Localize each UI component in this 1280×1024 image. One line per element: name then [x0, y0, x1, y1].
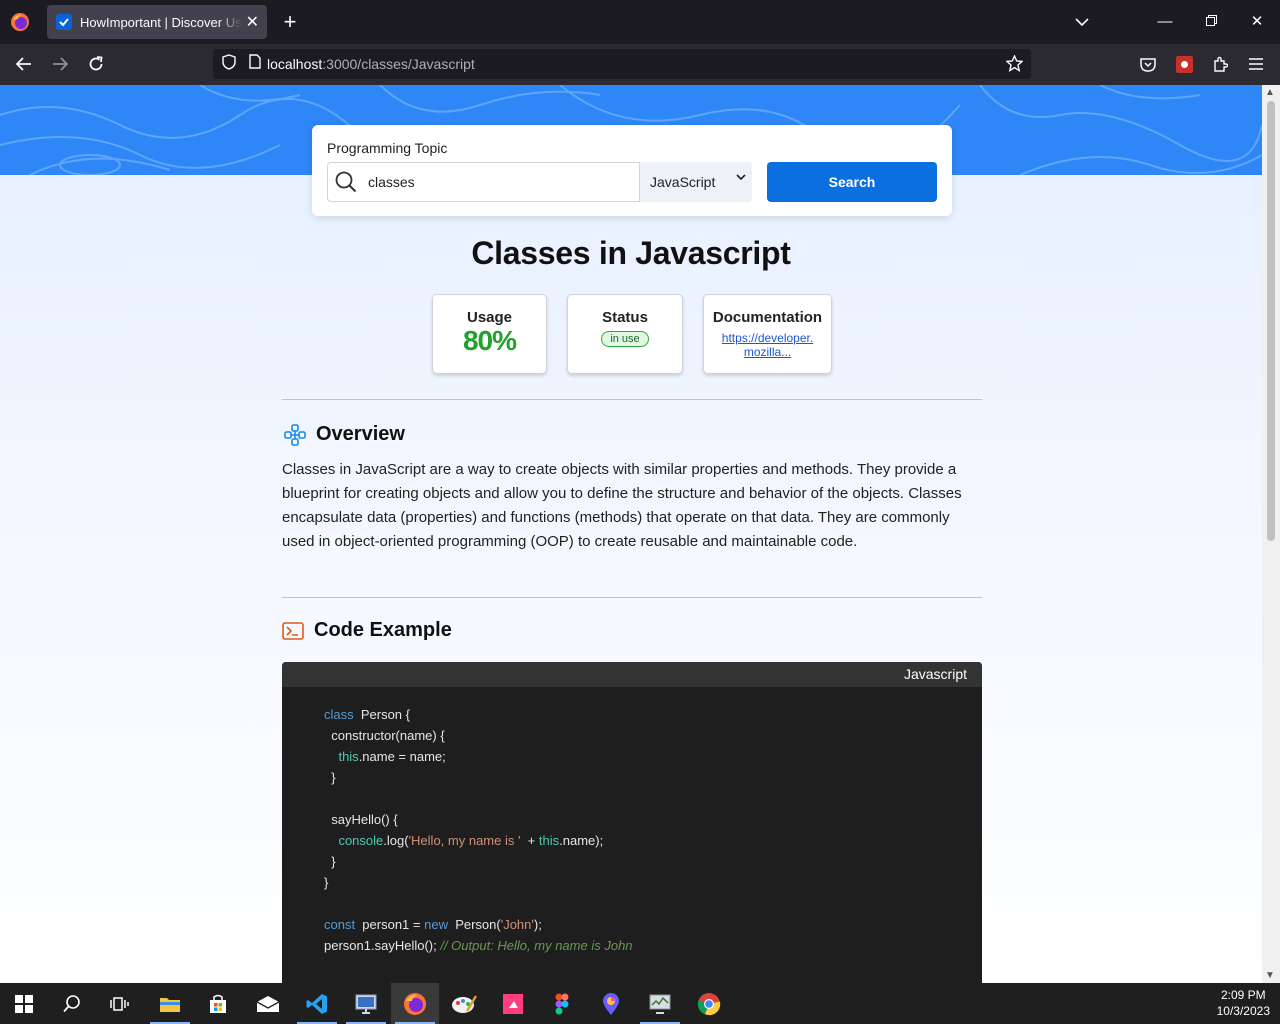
scroll-down-icon[interactable]: ▼ — [1265, 970, 1275, 981]
close-window-button[interactable]: ✕ — [1245, 10, 1269, 34]
documentation-card: Documentation https://developer. mozilla.… — [703, 294, 832, 374]
usage-value: 80% — [462, 325, 517, 356]
code-line: } — [324, 770, 336, 785]
tab-close-icon[interactable]: ✕ — [246, 12, 259, 32]
paint-app-icon[interactable] — [440, 983, 488, 1024]
clock-date: 10/3/2023 — [1216, 1004, 1270, 1018]
taskbar-firefox-icon[interactable] — [391, 983, 439, 1024]
mail-icon[interactable] — [244, 983, 292, 1024]
browser-tab-active[interactable]: HowImportant | Discover Useful ✕ — [47, 5, 267, 39]
scrollbar-thumb[interactable] — [1267, 101, 1275, 541]
search-box: JavaScript — [327, 162, 752, 202]
usage-label: Usage — [466, 309, 513, 326]
chevron-down-icon — [736, 174, 746, 181]
vscode-icon[interactable] — [293, 983, 341, 1024]
remote-desktop-icon[interactable] — [342, 983, 390, 1024]
reload-icon[interactable] — [84, 52, 108, 76]
code-line: } — [324, 854, 336, 869]
code-line: class Person { — [324, 707, 410, 722]
code-content[interactable]: class Person { constructor(name) { this.… — [324, 704, 633, 956]
windows-start-icon[interactable] — [0, 983, 48, 1024]
page-scrollbar[interactable]: ▲ ▼ — [1262, 85, 1280, 983]
restore-window-button[interactable] — [1199, 10, 1223, 34]
new-tab-button[interactable]: + — [280, 10, 300, 34]
code-example-heading: Code Example — [282, 619, 452, 642]
code-example-title: Code Example — [314, 619, 452, 641]
chrome-icon[interactable] — [685, 983, 733, 1024]
overview-title: Overview — [316, 423, 405, 445]
status-card: Status in use — [567, 294, 683, 374]
language-select[interactable]: JavaScript — [639, 162, 752, 202]
code-line: const person1 = new Person('John'); — [324, 917, 542, 932]
clock-time: 2:09 PM — [1220, 988, 1266, 1002]
search-label: Programming Topic — [327, 140, 448, 156]
page-info-icon[interactable] — [249, 54, 261, 74]
documentation-label: Documentation — [712, 309, 823, 326]
extension-avatar-icon[interactable] — [1172, 52, 1196, 76]
bookmark-star-icon[interactable] — [1005, 54, 1024, 77]
page-title: Classes in Javascript — [471, 235, 791, 271]
search-button[interactable]: Search — [767, 162, 937, 202]
page-content: Programming Topic JavaScript Search Clas… — [0, 85, 1262, 983]
usage-card: Usage 80% — [432, 294, 547, 374]
browser-tabbar: HowImportant | Discover Useful ✕ + — ✕ — [0, 0, 1280, 44]
code-line: console.log('Hello, my name is ' + this.… — [338, 833, 604, 848]
resource-monitor-icon[interactable] — [636, 983, 684, 1024]
code-line: person1.sayHello(); // Output: Hello, my… — [324, 938, 633, 953]
menu-hamburger-icon[interactable] — [1244, 52, 1268, 76]
shield-icon[interactable] — [222, 53, 236, 75]
section-divider — [282, 597, 982, 598]
documentation-link[interactable]: https://developer. mozilla... — [704, 331, 831, 359]
code-block: Javascript class Person { constructor(na… — [282, 662, 982, 983]
taskbar-search-icon[interactable] — [48, 983, 96, 1024]
tab-title: HowImportant | Discover Useful — [80, 14, 242, 30]
search-input[interactable] — [364, 163, 634, 201]
list-all-tabs-icon[interactable] — [1070, 10, 1094, 34]
microsoft-store-icon[interactable] — [194, 983, 242, 1024]
extensions-puzzle-icon[interactable] — [1208, 52, 1232, 76]
search-icon — [328, 163, 364, 201]
code-language-label: Javascript — [282, 662, 982, 687]
section-divider — [282, 399, 982, 400]
overview-icon — [284, 423, 306, 446]
windows-taskbar: 2:09 PM 10/3/2023 — [0, 983, 1280, 1024]
code-line: sayHello() { — [324, 812, 398, 827]
status-badge: in use — [601, 331, 649, 347]
firefox-icon[interactable] — [10, 12, 30, 32]
forward-arrow-icon[interactable] — [48, 52, 72, 76]
location-pin-app-icon[interactable] — [587, 983, 635, 1024]
url-text[interactable]: localhost:3000/classes/Javascript — [267, 56, 475, 72]
code-line: } — [324, 875, 329, 890]
terminal-icon — [282, 621, 304, 640]
pink-app-icon[interactable] — [489, 983, 537, 1024]
url-bar[interactable]: localhost:3000/classes/Javascript — [213, 49, 1031, 79]
site-favicon-icon — [56, 14, 72, 30]
code-line: this.name = name; — [338, 749, 446, 764]
system-clock[interactable]: 2:09 PM 10/3/2023 — [1217, 987, 1270, 1019]
scroll-up-icon[interactable]: ▲ — [1265, 87, 1275, 98]
minimize-window-button[interactable]: — — [1153, 10, 1177, 34]
status-label: Status — [602, 309, 648, 326]
back-arrow-icon[interactable] — [12, 52, 36, 76]
figma-icon[interactable] — [538, 983, 586, 1024]
task-view-icon[interactable] — [96, 983, 144, 1024]
file-explorer-icon[interactable] — [146, 983, 194, 1024]
pocket-icon[interactable] — [1136, 52, 1160, 76]
browser-navbar: localhost:3000/classes/Javascript — [0, 44, 1280, 85]
language-select-value: JavaScript — [650, 174, 716, 190]
code-line: constructor(name) { — [324, 728, 445, 743]
overview-text: Classes in JavaScript are a way to creat… — [282, 461, 962, 550]
overview-heading: Overview — [284, 423, 405, 446]
search-card: Programming Topic JavaScript Search — [312, 125, 952, 216]
